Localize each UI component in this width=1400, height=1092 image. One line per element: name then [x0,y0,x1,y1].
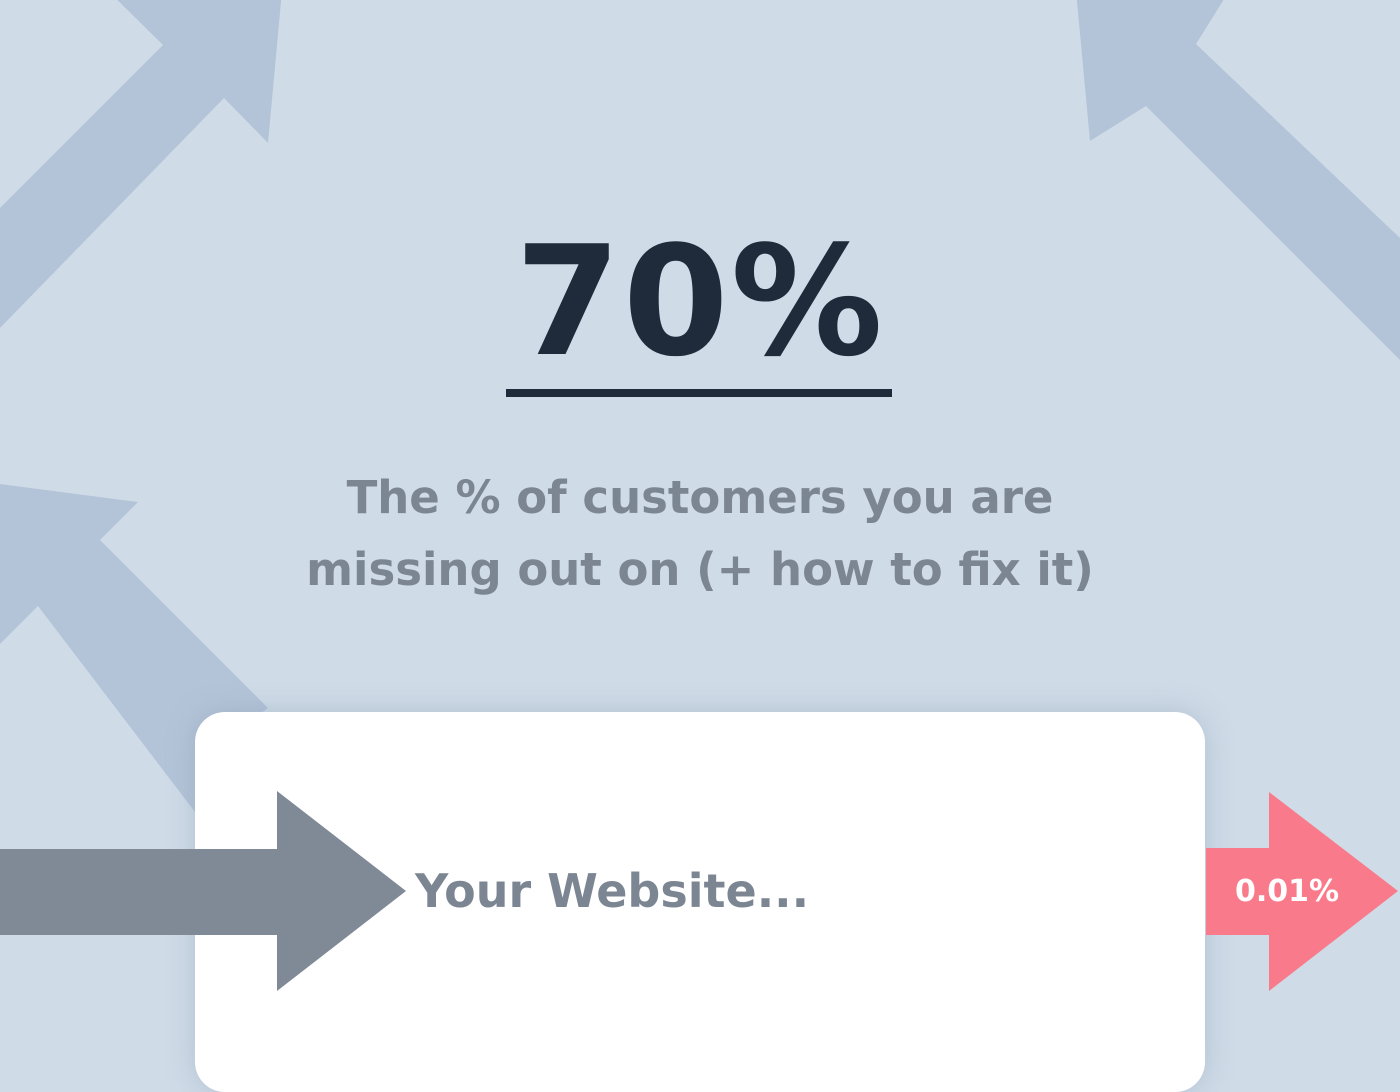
subheading-line-1: The % of customers you are [346,471,1054,524]
subheading-line-2: missing out on (+ how to fix it) [306,543,1094,596]
subheading: The % of customers you are missing out o… [0,462,1400,606]
headline-underline [506,389,892,397]
output-percentage: 0.01% [1234,874,1340,909]
website-label: Your Website... [415,864,810,918]
headline-percentage: 70% [515,213,885,390]
